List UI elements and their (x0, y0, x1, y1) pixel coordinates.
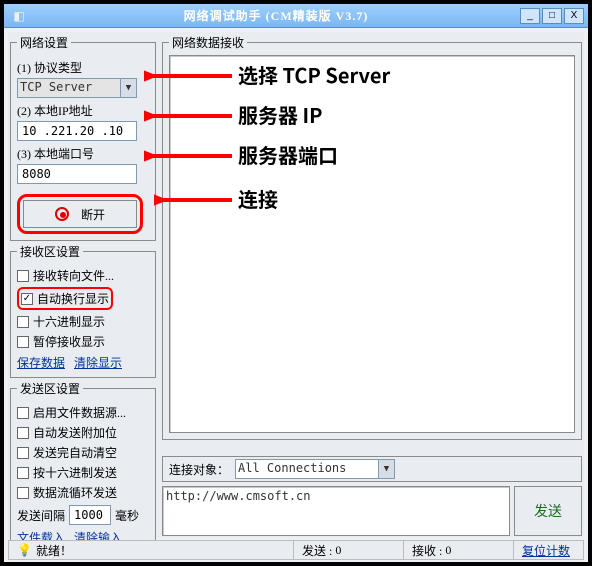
send-textarea[interactable]: http://www.cmsoft.cn (162, 486, 510, 536)
connection-target-label: 连接对象： (169, 461, 229, 478)
recv-data-group: 网络数据接收 (162, 34, 582, 440)
disconnect-button[interactable]: 断开 (23, 200, 137, 228)
interval-label-b: 毫秒 (115, 507, 139, 524)
system-menu-icon[interactable]: ◧ (10, 7, 28, 25)
recv-settings-group: 接收区设置 接收转向文件... 自动换行显示 十六进制显示 暂停接收显示 (10, 243, 156, 378)
annotation-protocol: 选择 TCP Server (238, 60, 390, 89)
minimize-button[interactable]: _ (520, 8, 540, 24)
pause-view-checkbox[interactable] (17, 336, 29, 348)
record-icon (55, 207, 69, 221)
recv-data-title: 网络数据接收 (169, 34, 247, 51)
local-ip-label: (2) 本地IP地址 (17, 102, 149, 119)
hex-send-label: 按十六进制发送 (33, 464, 117, 481)
local-ip-value[interactable] (20, 123, 134, 139)
connection-target-value: All Connections (238, 461, 346, 475)
hex-view-checkbox[interactable] (17, 316, 29, 328)
annotation-port: 服务器端口 (238, 140, 338, 169)
window-title: 网络调试助手 (CM精装版 V3.7) (34, 7, 518, 24)
annotation-connect: 连接 (238, 184, 278, 213)
title-bar: ◧ 网络调试助手 (CM精装版 V3.7) _ □ X (4, 4, 588, 28)
tx-value: 0 (335, 543, 341, 558)
disconnect-label: 断开 (81, 206, 105, 223)
pause-view-label: 暂停接收显示 (33, 333, 105, 350)
protocol-type-value: TCP Server (20, 80, 92, 94)
send-settings-title: 发送区设置 (17, 380, 83, 397)
send-button-label: 发送 (534, 501, 562, 521)
loop-send-label: 数据流循环发送 (33, 484, 117, 501)
connection-target-bar: 连接对象： All Connections ▼ (162, 456, 582, 482)
protocol-type-label: (1) 协议类型 (17, 59, 149, 76)
network-settings-group: 网络设置 (1) 协议类型 TCP Server ▼ (2) 本地IP地址 (3… (10, 34, 156, 241)
annotation-ip: 服务器 IP (238, 100, 322, 129)
status-ready: 就绪！ (36, 542, 72, 559)
rx-label: 接收 : (412, 542, 442, 559)
local-port-value[interactable] (20, 166, 134, 182)
hex-view-label: 十六进制显示 (33, 313, 105, 330)
connection-target-select[interactable]: All Connections ▼ (235, 459, 395, 479)
recv-to-file-checkbox[interactable] (17, 270, 29, 282)
hex-send-checkbox[interactable] (17, 467, 29, 479)
recv-settings-title: 接收区设置 (17, 243, 83, 260)
file-src-checkbox[interactable] (17, 407, 29, 419)
recv-textarea[interactable] (169, 55, 575, 433)
local-port-label: (3) 本地端口号 (17, 145, 149, 162)
chevron-down-icon: ▼ (120, 79, 136, 97)
clear-display-link[interactable]: 清除显示 (74, 356, 122, 370)
bulb-icon: 💡 (17, 543, 32, 558)
auto-wrap-label: 自动换行显示 (37, 290, 109, 307)
rx-value: 0 (445, 543, 451, 558)
interval-value[interactable] (72, 507, 108, 523)
auto-clear-label: 发送完自动清空 (33, 444, 117, 461)
local-ip-input[interactable] (17, 121, 137, 141)
auto-clear-checkbox[interactable] (17, 447, 29, 459)
tx-label: 发送 : (302, 542, 332, 559)
chevron-down-icon: ▼ (378, 460, 394, 478)
file-src-label: 启用文件数据源... (33, 404, 126, 421)
protocol-type-select[interactable]: TCP Server ▼ (17, 78, 137, 98)
interval-input[interactable] (69, 505, 111, 525)
auto-append-checkbox[interactable] (17, 427, 29, 439)
send-settings-group: 发送区设置 启用文件数据源... 自动发送附加位 发送完自动清空 按十六进制发送 (10, 380, 156, 553)
network-settings-title: 网络设置 (17, 34, 71, 51)
disconnect-highlight: 断开 (17, 194, 143, 234)
loop-send-checkbox[interactable] (17, 487, 29, 499)
auto-wrap-checkbox[interactable] (21, 293, 33, 305)
recv-to-file-label: 接收转向文件... (33, 267, 114, 284)
status-bar: 💡 就绪！ 发送 : 0 接收 : 0 复位计数 (8, 540, 584, 560)
interval-label-a: 发送间隔 (17, 507, 65, 524)
local-port-input[interactable] (17, 164, 137, 184)
reset-counter-link[interactable]: 复位计数 (522, 542, 570, 559)
close-button[interactable]: X (564, 8, 584, 24)
auto-wrap-highlight: 自动换行显示 (17, 287, 113, 310)
save-data-link[interactable]: 保存数据 (17, 356, 65, 370)
maximize-button[interactable]: □ (542, 8, 562, 24)
auto-append-label: 自动发送附加位 (33, 424, 117, 441)
send-button[interactable]: 发送 (514, 486, 582, 536)
